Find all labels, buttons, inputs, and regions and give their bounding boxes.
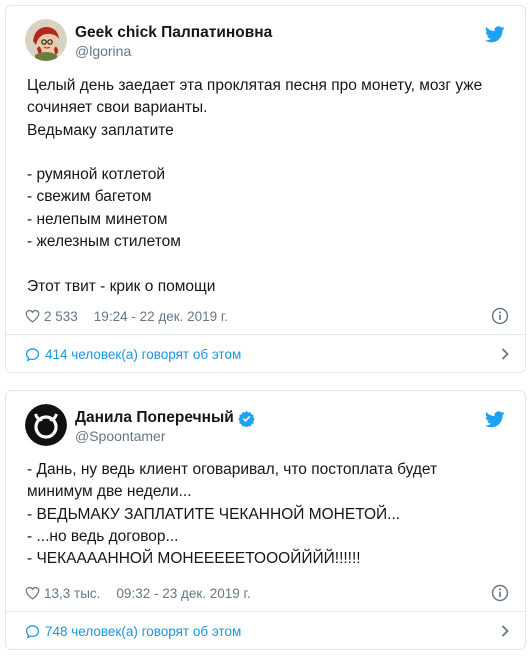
timestamp[interactable]: 09:32 - 23 дек. 2019 г. [116,586,250,601]
chevron-right-icon[interactable] [501,348,509,360]
verified-icon [238,410,255,427]
bubble-icon [25,624,40,639]
tweet-header: Geek chick Палпатиновна @lgorina [25,19,509,63]
tweet-meta: 13,3 тыс. 09:32 - 23 дек. 2019 г. [25,583,509,603]
author-handle[interactable]: @lgorina [75,43,131,59]
divider [6,611,525,612]
tweet-text: Целый день заедает эта проклятая песня п… [27,77,483,295]
like-count[interactable]: 2 533 [44,309,78,324]
twitter-bird-icon[interactable] [485,26,505,43]
author-name-text: Geek chick Палпатиновна [75,24,273,41]
author-name-text: Данила Поперечный [75,409,234,426]
chevron-right-icon[interactable] [501,625,509,637]
like-count[interactable]: 13,3 тыс. [44,586,100,601]
author-handle[interactable]: @Spoontamer [75,428,165,444]
tweet-card[interactable]: Данила Поперечный @Spoontamer - Дань, ну… [5,390,526,650]
author-name[interactable]: Данила Поперечный [75,409,255,427]
conversation-count: 748 человек(а) говорят об этом [45,623,242,639]
conversation-link[interactable]: 748 человек(а) говорят об этом [25,620,509,642]
heart-icon[interactable] [25,586,40,600]
avatar[interactable] [25,404,67,446]
tweet-meta: 2 533 19:24 - 22 дек. 2019 г. [25,306,509,326]
info-icon[interactable] [491,307,509,325]
tweet-header: Данила Поперечный @Spoontamer [25,404,509,448]
conversation-count: 414 человек(а) говорят об этом [45,346,242,362]
timestamp[interactable]: 19:24 - 22 дек. 2019 г. [94,309,228,324]
conversation-link[interactable]: 414 человек(а) говорят об этом [25,343,509,365]
bubble-icon [25,347,40,362]
avatar[interactable] [25,19,67,61]
tweet-text: - Дань, ну ведь клиент оговаривал, что п… [27,461,438,568]
author-name[interactable]: Geek chick Палпатиновна [75,24,272,42]
tweet-card[interactable]: Geek chick Палпатиновна @lgorina Целый д… [5,5,526,373]
info-icon[interactable] [491,584,509,602]
divider [6,334,525,335]
twitter-bird-icon[interactable] [485,411,505,428]
heart-icon[interactable] [25,309,40,323]
